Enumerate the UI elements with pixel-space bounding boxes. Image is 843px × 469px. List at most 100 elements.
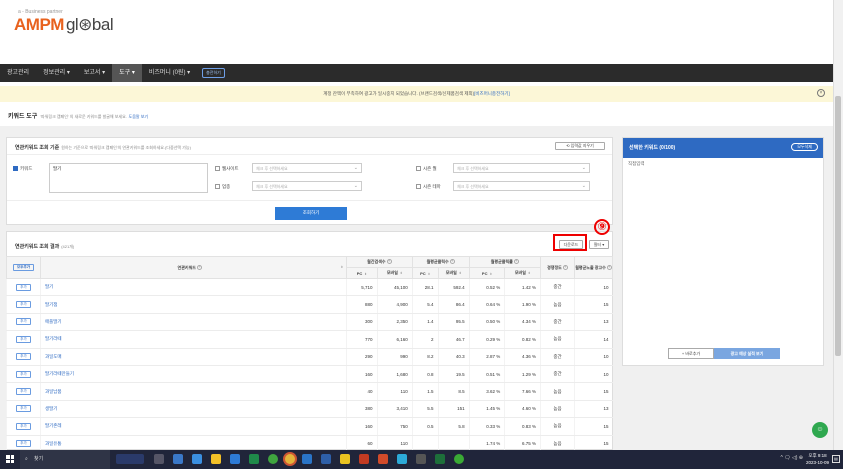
app-icon[interactable] — [249, 454, 259, 464]
website-checkbox[interactable]: 웹사이트 — [215, 166, 239, 172]
keyword-textarea[interactable]: 딸기 — [49, 163, 208, 193]
industry-select[interactable]: 체크 후 선택하세요 ⌄ — [252, 181, 362, 191]
add-keyword-button[interactable]: 추가 — [16, 405, 31, 413]
col-competition[interactable]: 경쟁정도? — [540, 256, 575, 279]
keyword-cell[interactable]: 딸기라떼만들기 — [40, 365, 347, 384]
app-icon[interactable] — [116, 454, 144, 464]
sub-mobile[interactable]: 모바일 ⇕ — [437, 267, 470, 279]
app-icon[interactable] — [454, 454, 464, 464]
estimate-performance-button[interactable]: 광고 예상 실적 보기 — [714, 348, 780, 359]
add-keyword-button[interactable]: 추가 — [16, 440, 31, 448]
keyword-checkbox[interactable] — [13, 166, 18, 172]
season-theme-checkbox[interactable]: 시즌 테마 — [416, 184, 441, 190]
keyword-cell[interactable]: 딸기라떼 — [40, 330, 347, 349]
sub-pc[interactable]: PC ⇕ — [346, 267, 378, 279]
ad-count-cell: 10 — [574, 278, 613, 297]
nav-info-management[interactable]: 정보관리 ▾ — [36, 64, 77, 82]
add-all-header: 모두추가 — [6, 256, 41, 279]
season-month-select[interactable]: 체크 후 선택하세요 ⌄ — [453, 163, 590, 173]
ad-count-cell: 15 — [574, 382, 613, 401]
scrollbar-thumb[interactable] — [835, 96, 841, 356]
add-keyword-button[interactable]: 추가 — [16, 283, 31, 291]
filter-button[interactable]: 필터 ▾ — [589, 240, 609, 249]
mobile-clicks-cell: 5.8 — [437, 417, 470, 436]
keyword-cell[interactable]: 과일도매 — [40, 348, 347, 366]
table-row: 추가 과일납품 40 110 1.5 8.5 3.62 % 7.66 % 높음 15 — [6, 382, 613, 401]
nav-tools[interactable]: 도구 ▾ — [112, 64, 142, 82]
sub-pc[interactable]: PC ⇕ — [468, 267, 506, 279]
search-button[interactable]: 조회하기 — [275, 207, 347, 220]
nav-reports[interactable]: 보고서 ▾ — [77, 64, 112, 82]
quick-add-button[interactable]: + 바로추가 — [668, 348, 714, 359]
nav-bizmoney[interactable]: 비즈머니 (0원) ▾ — [142, 64, 197, 82]
add-keyword-button[interactable]: 추가 — [16, 370, 31, 378]
edge-icon[interactable] — [268, 454, 278, 464]
selected-keywords-panel: 선택한 키워드 (0/100) 모두삭제 직접입력 + 바로추가 광고 예상 실적… — [622, 137, 824, 366]
season-month-checkbox[interactable]: 시즌 월 — [416, 166, 437, 172]
direct-input[interactable]: 직접입력 — [628, 161, 645, 167]
add-keyword-button[interactable]: 추가 — [16, 301, 31, 309]
chat-icon[interactable]: ☺ — [812, 422, 828, 438]
industry-checkbox[interactable]: 업종 — [215, 184, 230, 190]
add-keyword-button[interactable]: 추가 — [16, 388, 31, 396]
pc-ctr-cell: 0.51 % — [468, 365, 505, 384]
add-cell: 추가 — [6, 382, 41, 401]
task-view-icon[interactable] — [154, 454, 164, 464]
word-icon[interactable] — [321, 454, 331, 464]
close-icon[interactable]: × — [817, 89, 825, 97]
excel-icon[interactable] — [435, 454, 445, 464]
keyword-cell[interactable]: 딸기 — [40, 278, 347, 297]
keyword-cell[interactable]: 딸기존레 — [40, 417, 347, 436]
app-icon[interactable] — [416, 454, 426, 464]
add-keyword-button[interactable]: 추가 — [16, 335, 31, 343]
mobile-clicks-cell: 19.5 — [437, 365, 470, 384]
ad-count-cell: 13 — [574, 400, 613, 419]
app-icon[interactable] — [397, 454, 407, 464]
notice-charge-link[interactable]: [비즈머니충전하기] — [474, 91, 510, 96]
sub-mobile[interactable]: 모바일 ⇕ — [504, 267, 541, 279]
notification-icon[interactable]: ▤ — [832, 455, 840, 463]
pc-clicks-cell: 5.5 — [411, 400, 439, 419]
pc-ctr-cell: 0.29 % — [468, 330, 505, 349]
mobile-search-cell: 750 — [376, 417, 413, 436]
windows-start-icon[interactable] — [6, 455, 14, 463]
mobile-ctr-cell: 0.83 % — [504, 417, 541, 436]
add-keyword-button[interactable]: 추가 — [16, 353, 31, 361]
add-all-button[interactable]: 모두추가 — [13, 264, 34, 271]
reset-input-button[interactable]: ⟲ 입력값 지우기 — [555, 142, 605, 150]
keyword-cell[interactable]: 생딸기 — [40, 400, 347, 419]
pc-clicks-cell: 1.4 — [411, 313, 439, 332]
results-title: 연관키워드 조회 결과 (421개) — [15, 244, 75, 250]
keyword-cell[interactable]: 과일납품 — [40, 382, 347, 401]
app-icon[interactable] — [378, 454, 388, 464]
clock[interactable]: 오후 9:18 2023-10-09 — [806, 452, 829, 466]
website-select[interactable]: 체크 후 선택하세요 ⌄ — [252, 163, 362, 173]
col-keyword[interactable]: 연관키워드? ⇕ — [40, 256, 347, 279]
powerpoint-icon[interactable] — [359, 454, 369, 464]
charge-button[interactable]: 충전하기 — [202, 68, 225, 78]
col-ad-count[interactable]: 월평균노출 광고수? — [574, 256, 613, 279]
chevron-down-icon: ⌄ — [353, 183, 358, 189]
help-link[interactable]: 도움말 보기 — [129, 114, 149, 119]
keyword-cell[interactable]: 애플딸기 — [40, 313, 347, 332]
season-theme-select[interactable]: 체크 후 선택하세요 ⌄ — [453, 181, 590, 191]
taskbar-search[interactable]: ⌕ 찾기 — [20, 450, 110, 469]
app-icon[interactable] — [230, 454, 240, 464]
sub-mobile[interactable]: 모바일 ⇕ — [376, 267, 413, 279]
outlook-icon[interactable] — [302, 454, 312, 464]
file-explorer-icon[interactable] — [211, 454, 221, 464]
keyword-cell[interactable]: 딸기잼 — [40, 295, 347, 314]
nav-ad-management[interactable]: 광고관리 — [0, 64, 36, 82]
sub-pc[interactable]: PC ⇕ — [411, 267, 439, 279]
clear-all-button[interactable]: 모두삭제 — [791, 143, 818, 151]
add-keyword-button[interactable]: 추가 — [16, 318, 31, 326]
mobile-search-cell: 3,410 — [376, 400, 413, 419]
chrome-icon[interactable] — [283, 452, 297, 466]
add-keyword-button[interactable]: 추가 — [16, 422, 31, 430]
app-icon[interactable] — [192, 454, 202, 464]
system-tray[interactable]: ^ 🗨 ◁) ⊕ — [780, 455, 803, 461]
app-icon[interactable] — [173, 454, 183, 464]
ad-count-cell: 13 — [574, 313, 613, 332]
keyword-checkbox-label[interactable]: 키워드 — [13, 166, 32, 172]
app-icon[interactable] — [340, 454, 350, 464]
